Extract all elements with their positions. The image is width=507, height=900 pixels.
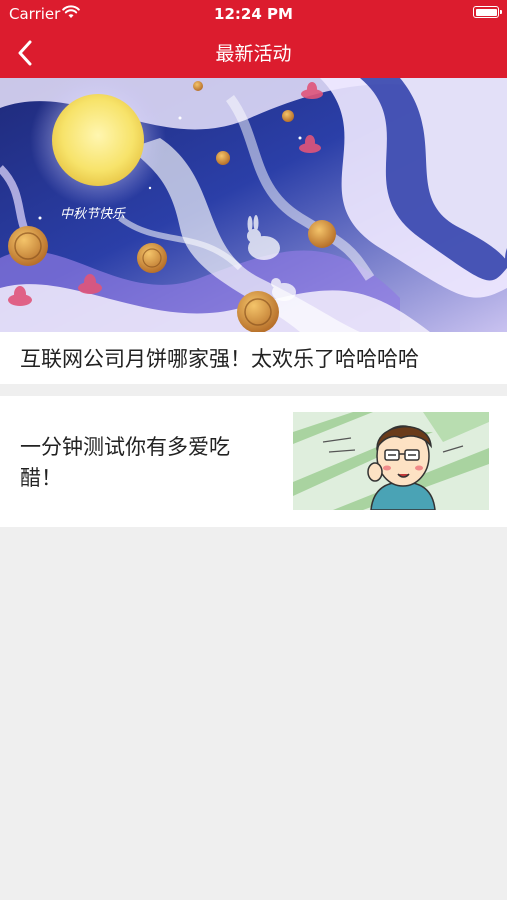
header: Carrier 12:24 PM 最新活动 xyxy=(0,0,507,78)
nav-bar: 最新活动 xyxy=(0,28,507,78)
page-title: 最新活动 xyxy=(215,43,292,65)
activity-title-2: 一分钟测试你有多爱吃醋！ xyxy=(20,435,230,490)
status-time: 12:24 PM xyxy=(214,5,293,23)
battery-icon xyxy=(473,6,502,18)
banner-caption: 中秋节快乐 xyxy=(60,207,126,222)
activity-card-1[interactable]: 中秋节快乐 互联网公司月饼哪家强！太欢乐了哈哈哈哈 xyxy=(0,78,507,384)
app-screen: Carrier 12:24 PM 最新活动 中秋节快乐 互联网公司月饼哪家强！太… xyxy=(0,0,507,900)
activity-title-1: 互联网公司月饼哪家强！太欢乐了哈哈哈哈 xyxy=(20,347,419,371)
activity-thumbnail-image xyxy=(293,412,489,510)
activity-banner-image: 中秋节快乐 xyxy=(0,78,507,332)
status-bar: Carrier 12:24 PM xyxy=(0,0,507,28)
activity-card-2[interactable]: 一分钟测试你有多爱吃醋！ xyxy=(0,396,507,527)
